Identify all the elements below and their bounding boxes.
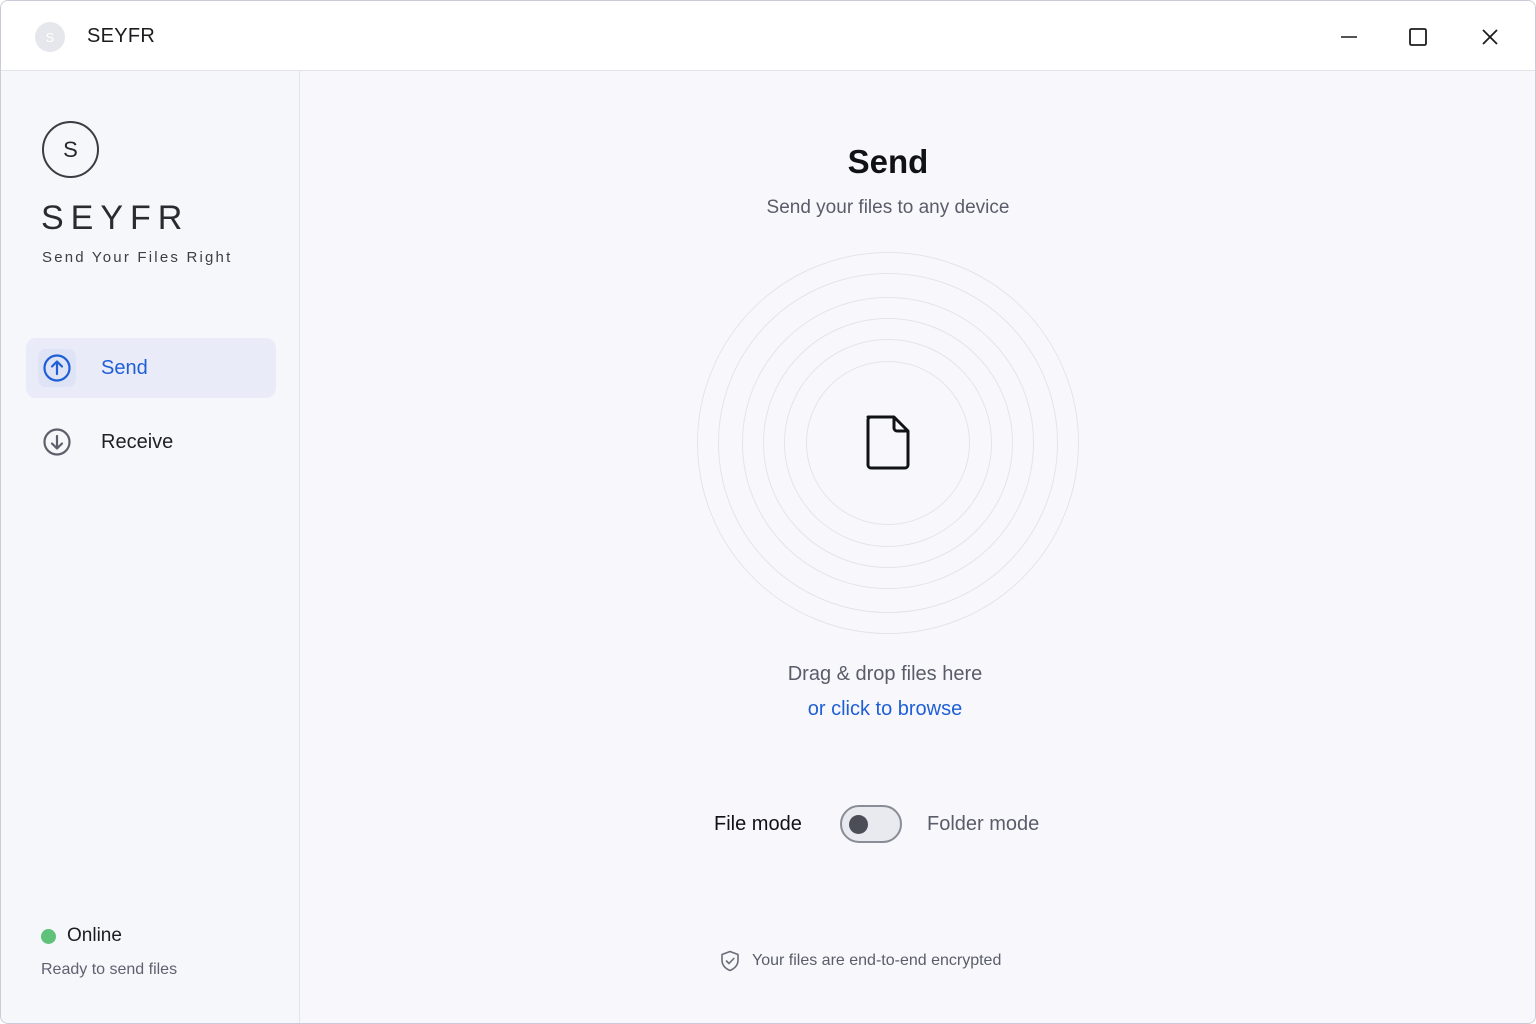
- arrow-up-circle-icon: [43, 354, 71, 382]
- minimize-icon: [1341, 36, 1357, 38]
- page-title: Send: [847, 143, 929, 180]
- logo-letter: S: [63, 136, 78, 162]
- close-button[interactable]: [1468, 15, 1512, 59]
- maximize-button[interactable]: [1396, 15, 1440, 59]
- app-icon-letter: S: [45, 29, 55, 45]
- status-indicator: [41, 929, 56, 944]
- file-dropzone[interactable]: [697, 252, 1079, 634]
- browse-link[interactable]: or click to browse: [300, 698, 1470, 721]
- nav-icon-wrap: [38, 423, 76, 461]
- maximize-icon: [1409, 28, 1427, 46]
- encryption-note: Your files are end-to-end encrypted: [752, 952, 1002, 969]
- toggle-knob: [849, 815, 868, 834]
- app-window: S SEYFR S SEYFR Send Your Files Right Se…: [0, 0, 1536, 1024]
- file-mode-label: File mode: [714, 813, 802, 835]
- dropzone-instructions: Drag & drop files here: [787, 663, 983, 685]
- brand-name: SEYFR: [41, 199, 190, 237]
- sidebar-item-send[interactable]: Send: [26, 338, 276, 398]
- folder-mode-label: Folder mode: [927, 813, 1040, 835]
- shield-check-icon: [721, 950, 739, 972]
- app-icon: S: [35, 22, 65, 52]
- sidebar: S SEYFR Send Your Files Right Send Recei…: [1, 71, 300, 1023]
- sidebar-item-label: Receive: [101, 431, 174, 453]
- logo: S: [42, 121, 99, 178]
- file-icon: [866, 415, 910, 470]
- sidebar-item-receive[interactable]: Receive: [26, 412, 276, 472]
- status-detail: Ready to send files: [41, 961, 178, 978]
- main-panel: Send Send your files to any device Drag …: [300, 71, 1535, 1023]
- arrow-down-circle-icon: [43, 428, 71, 456]
- status-label: Online: [67, 925, 122, 946]
- mode-toggle[interactable]: [840, 805, 902, 843]
- minimize-button[interactable]: [1327, 15, 1371, 59]
- close-icon: [1482, 29, 1498, 45]
- page-subtitle: Send your files to any device: [766, 197, 1010, 218]
- window-title: SEYFR: [87, 25, 156, 47]
- nav-icon-wrap: [38, 349, 76, 387]
- title-bar: S SEYFR: [1, 1, 1535, 71]
- brand-tagline: Send Your Files Right: [42, 249, 233, 266]
- sidebar-item-label: Send: [101, 357, 148, 379]
